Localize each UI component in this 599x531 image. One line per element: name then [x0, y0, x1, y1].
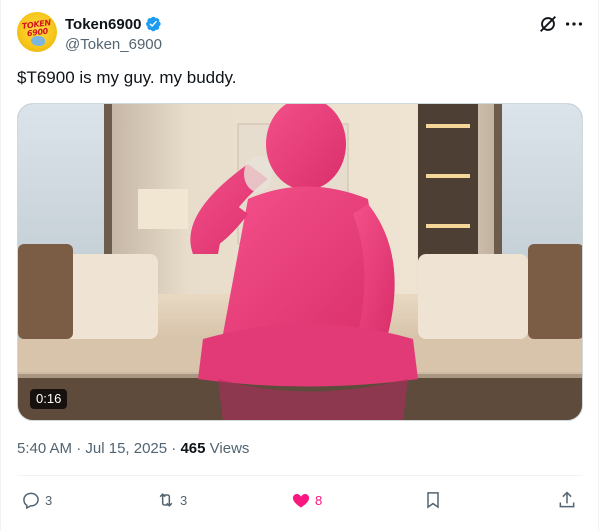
- tweet-meta: 5:40 AM · Jul 15, 2025 · 465 Views: [17, 440, 249, 457]
- retweet-count: 3: [180, 492, 188, 508]
- dolphin-icon: [31, 36, 45, 46]
- action-bar: 3 3 8: [17, 486, 583, 514]
- views-count[interactable]: 465: [180, 440, 205, 457]
- share-icon: [559, 491, 575, 508]
- video-thumbnail: [18, 104, 582, 420]
- tweet-time[interactable]: 5:40 AM: [17, 440, 72, 457]
- share-button[interactable]: [557, 486, 577, 514]
- views-label: Views: [209, 440, 250, 457]
- divider: [17, 475, 583, 476]
- reply-icon: [23, 492, 39, 510]
- meta-separator: ·: [76, 440, 82, 457]
- bookmark-button[interactable]: [423, 486, 443, 514]
- video-duration-badge: 0:16: [30, 389, 68, 409]
- author-handle[interactable]: @Token_6900: [65, 36, 162, 53]
- like-icon: [292, 494, 310, 508]
- avatar[interactable]: TOKEN 6900: [17, 12, 57, 52]
- author-display-name[interactable]: Token6900: [65, 16, 141, 33]
- reply-count: 3: [45, 492, 53, 508]
- author-name-row: Token6900: [65, 14, 162, 34]
- like-button[interactable]: 8: [291, 486, 322, 514]
- retweet-icon: [159, 493, 173, 507]
- verified-badge-icon: [146, 16, 162, 32]
- reply-button[interactable]: 3: [21, 486, 52, 514]
- bookmark-icon: [427, 492, 439, 509]
- video-player[interactable]: 0:16: [17, 103, 583, 421]
- like-count: 8: [315, 492, 323, 508]
- meta-separator: ·: [171, 440, 177, 457]
- more-icon[interactable]: [563, 13, 585, 35]
- grok-icon[interactable]: [537, 13, 559, 35]
- tweet-card: TOKEN 6900 Token6900 @Token_6900 $T6900 …: [0, 0, 599, 531]
- retweet-button[interactable]: 3: [156, 486, 187, 514]
- tweet-date[interactable]: Jul 15, 2025: [85, 440, 167, 457]
- tweet-text: $T6900 is my guy. my buddy.: [17, 68, 237, 87]
